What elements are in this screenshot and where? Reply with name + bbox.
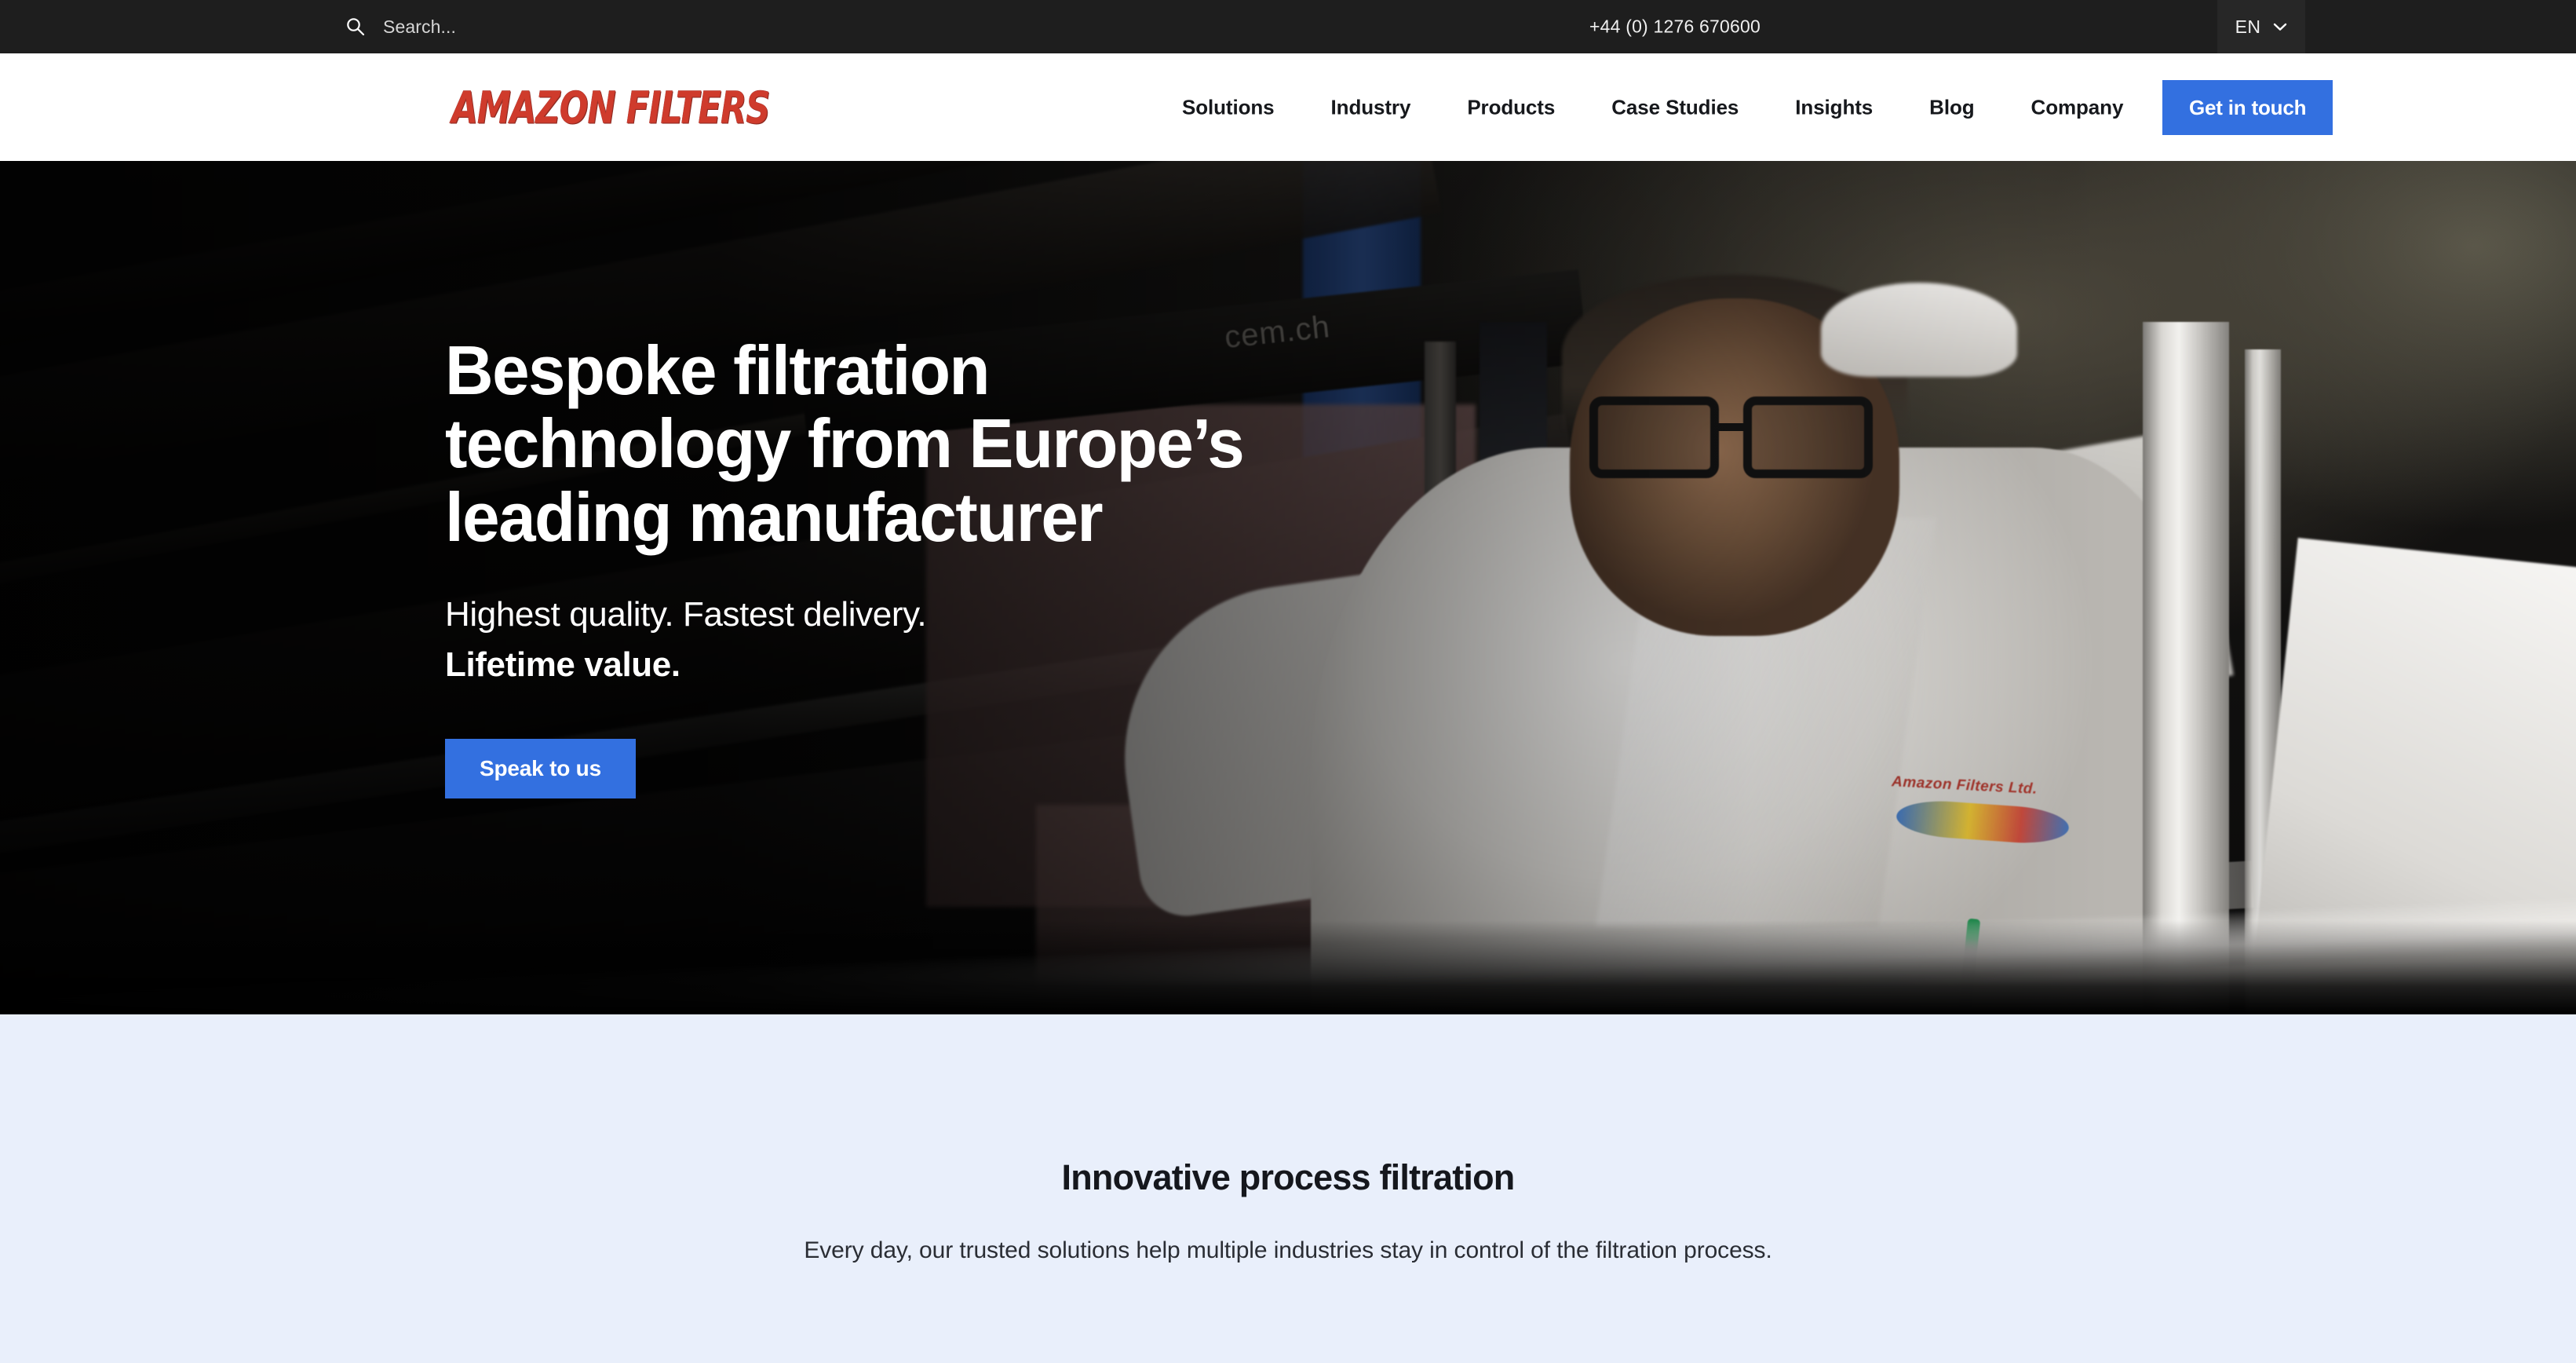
logo[interactable]: AMAZON FILTERS — [451, 81, 770, 133]
hero-content: Bespoke filtration technology from Europ… — [212, 161, 2364, 1014]
hero-text-block: Bespoke filtration technology from Europ… — [445, 331, 1348, 799]
intro-inner: Innovative process filtration Every day,… — [212, 1014, 2364, 1270]
search-input[interactable] — [383, 16, 713, 38]
search-icon[interactable] — [345, 16, 366, 37]
intro-section: Innovative process filtration Every day,… — [0, 1014, 2576, 1363]
nav-item-case-studies[interactable]: Case Studies — [1583, 95, 1767, 119]
nav-item-solutions[interactable]: Solutions — [1154, 95, 1303, 119]
main-navigation: Solutions Industry Products Case Studies… — [1154, 95, 2151, 119]
speak-to-us-button[interactable]: Speak to us — [445, 739, 636, 799]
intro-heading: Innovative process filtration — [1061, 1157, 1516, 1197]
language-label: EN — [2235, 16, 2261, 37]
utility-bar: +44 (0) 1276 670600 EN — [0, 0, 2576, 53]
hero-headline: Bespoke filtration technology from Europ… — [445, 331, 1245, 556]
search-area[interactable] — [345, 16, 713, 38]
site-header-inner: AMAZON FILTERS Solutions Industry Produc… — [212, 53, 2364, 161]
intro-paragraph: Every day, our trusted solutions help mu… — [804, 1237, 1772, 1263]
nav-item-products[interactable]: Products — [1439, 95, 1583, 119]
nav-item-company[interactable]: Company — [2003, 95, 2152, 119]
utility-bar-inner: +44 (0) 1276 670600 EN — [212, 0, 2364, 53]
language-selector[interactable]: EN — [2217, 0, 2305, 53]
hero-section: cem.ch Amazon Filters Ltd. — [0, 161, 2576, 1014]
nav-item-insights[interactable]: Insights — [1767, 95, 1901, 119]
hero-subheadline-line-1: Highest quality. Fastest delivery. — [445, 594, 927, 634]
phone-number[interactable]: +44 (0) 1276 670600 — [1589, 16, 1761, 38]
hero-subheadline-line-2: Lifetime value. — [445, 645, 680, 685]
nav-item-industry[interactable]: Industry — [1303, 95, 1439, 119]
get-in-touch-button[interactable]: Get in touch — [2162, 79, 2333, 135]
site-header: AMAZON FILTERS Solutions Industry Produc… — [0, 53, 2576, 161]
hero-subheadline: Highest quality. Fastest delivery. Lifet… — [445, 590, 1348, 690]
chevron-down-icon — [2273, 22, 2287, 31]
nav-item-blog[interactable]: Blog — [1901, 95, 2002, 119]
